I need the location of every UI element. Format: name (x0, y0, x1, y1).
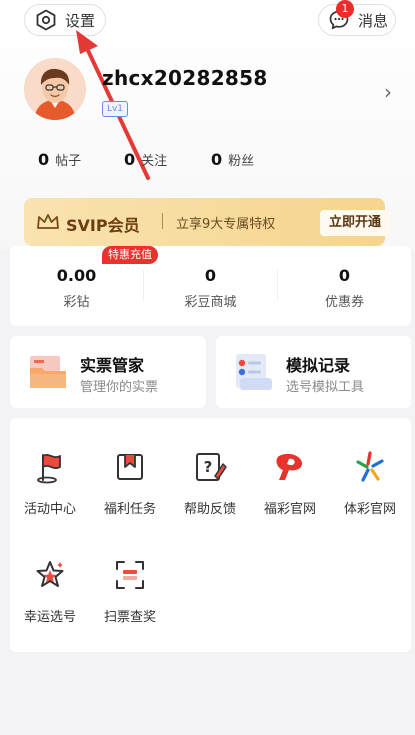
simulation-record-title: 模拟记录 (286, 356, 351, 375)
grid-label-help-feedback: 帮助反馈 (183, 502, 236, 517)
stat-fans-label: 粉丝 (228, 154, 255, 169)
stat-following-label: 关注 (141, 154, 168, 169)
grid-item-sports-lottery-site[interactable]: 体彩官网 (330, 446, 410, 517)
avatar-illustration-icon (24, 58, 86, 120)
ticket-manager-card[interactable]: 实票管家 管理你的实票 (10, 336, 206, 408)
messages-button[interactable]: 消息 (318, 4, 396, 36)
profile-stats: 0 帖子 0 关注 0 粉丝 (0, 150, 415, 174)
bean-mall-value: 0 (204, 266, 217, 285)
simulation-record-card[interactable]: 模拟记录 选号模拟工具 (216, 336, 411, 408)
simulation-list-icon (236, 354, 272, 390)
ticket-manager-subtitle: 管理你的实票 (80, 380, 159, 395)
promo-recharge-tag[interactable]: 特惠充值 (102, 246, 158, 264)
sports-lottery-logo-icon (356, 451, 384, 482)
lucky-star-icon (36, 561, 64, 587)
stat-posts-label: 帖子 (55, 154, 82, 169)
svip-title: SVIP会员 (66, 216, 140, 235)
messages-label: 消息 (358, 11, 389, 30)
stat-fans-value: 0 (211, 150, 223, 169)
crown-icon (37, 214, 59, 229)
coupons-label: 优惠券 (324, 295, 364, 310)
flag-icon (37, 453, 61, 484)
scan-ticket-icon (116, 561, 144, 589)
diamonds-label: 彩钻 (63, 295, 90, 310)
grid-item-lucky-pick[interactable]: 幸运选号 (10, 554, 90, 625)
simulation-record-subtitle: 选号模拟工具 (286, 380, 365, 395)
message-count-badge: 1 (336, 0, 354, 18)
grid-item-welfare-tasks[interactable]: 福利任务 (90, 446, 170, 517)
ticket-folder-icon (30, 356, 66, 388)
grid-item-scan-ticket[interactable]: 扫票查奖 (90, 554, 170, 625)
grid-label-welfare-lottery-site: 福彩官网 (263, 502, 316, 517)
svip-divider (162, 213, 163, 229)
level-badge: Lv1 (102, 101, 128, 117)
svip-activate-button[interactable]: 立即开通 (320, 210, 390, 236)
grid-item-welfare-lottery-site[interactable]: 福彩官网 (250, 446, 330, 517)
gift-task-icon (117, 454, 143, 480)
username: zhcx20282858 (102, 66, 268, 90)
coupons-value: 0 (338, 266, 351, 285)
wallet-item-bean-mall[interactable]: 0 彩豆商城 (144, 266, 277, 310)
profile-chevron-right-icon[interactable]: › (384, 80, 392, 104)
welfare-lottery-logo-icon (276, 453, 303, 480)
grid-label-lucky-pick: 幸运选号 (23, 610, 76, 625)
stat-following[interactable]: 0 关注 (124, 150, 167, 169)
wallet-item-coupons[interactable]: 0 优惠券 (278, 266, 411, 310)
bean-mall-label: 彩豆商城 (184, 295, 237, 310)
svip-banner[interactable]: SVIP会员 立享9大专属特权 立即开通 (24, 198, 390, 246)
grid-item-activity-center[interactable]: 活动中心 (10, 446, 90, 517)
diamonds-value: 0.00 (56, 266, 97, 285)
wallet-item-diamonds[interactable]: 0.00 彩钻 (10, 266, 143, 310)
feature-grid: 活动中心 福利任务 ? 帮助反馈 福彩官网 体彩官网 幸运选号 扫票查奖 (10, 418, 411, 652)
svip-description: 立享9大专属特权 (176, 217, 276, 232)
grid-item-help-feedback[interactable]: ? 帮助反馈 (170, 446, 250, 517)
wallet-card: 特惠充值 0.00 彩钻 0 彩豆商城 0 优惠券 (10, 246, 411, 326)
settings-hexagon-icon (36, 9, 56, 31)
grid-label-welfare-tasks: 福利任务 (103, 502, 156, 517)
stat-following-value: 0 (124, 150, 136, 169)
help-feedback-icon: ? (196, 453, 227, 481)
ticket-manager-title: 实票管家 (80, 356, 145, 375)
grid-label-activity-center: 活动中心 (23, 502, 76, 517)
grid-label-scan-ticket: 扫票查奖 (103, 610, 156, 625)
grid-label-sports-lottery-site: 体彩官网 (343, 502, 396, 517)
stat-posts[interactable]: 0 帖子 (38, 150, 81, 169)
stat-posts-value: 0 (38, 150, 50, 169)
stat-fans[interactable]: 0 粉丝 (211, 150, 254, 169)
svg-text:?: ? (204, 458, 213, 476)
avatar[interactable] (24, 58, 86, 120)
